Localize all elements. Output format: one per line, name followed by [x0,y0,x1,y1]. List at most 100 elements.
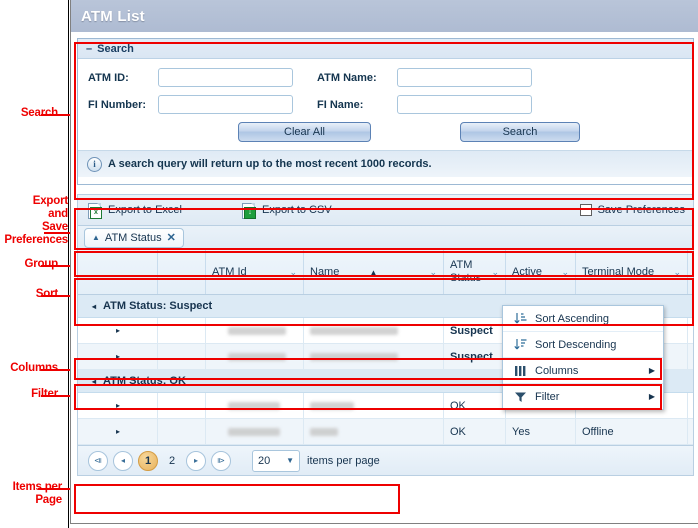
atm-name-label: ATM Name: [317,71,377,84]
first-page-button[interactable]: ⧏ [88,450,108,471]
save-preferences-label: Save Preferences [597,204,685,216]
redacted-value [228,352,286,361]
csv-file-icon: ↓ [241,202,256,219]
row-pin-cell [158,318,206,343]
redacted-value [310,427,338,436]
row-expander-cell[interactable]: ▸ [78,393,158,418]
search-panel-footer [78,177,693,184]
group-collapse-icon[interactable]: ◂ [92,377,96,386]
clear-all-button[interactable]: Clear All [238,122,371,142]
row-atm-id-cell [206,344,304,369]
first-page-icon: ⧏ [94,456,102,465]
next-page-button[interactable]: ▸ [186,450,206,471]
group-chip-label: ATM Status [104,231,162,244]
column-header-expander [78,250,158,294]
expand-row-icon[interactable]: ▸ [116,352,120,361]
fi-name-input[interactable] [397,95,532,114]
column-header-name[interactable]: Name ▲ ⌄ [304,250,444,294]
chevron-down-icon[interactable]: ▼ [286,456,294,465]
page-title: ATM List [81,7,145,25]
chevron-down-icon[interactable]: ⌄ [289,267,297,278]
chip-remove-icon[interactable]: ✕ [167,231,176,244]
chevron-down-icon[interactable]: ⌄ [491,267,499,278]
table-row[interactable]: ▸ OK Yes Offline [78,419,693,445]
atm-name-input[interactable] [397,68,532,87]
column-header-atm-status[interactable]: ATM Status ⌄ [444,250,506,294]
search-info-bar: i A search query will return up to the m… [78,150,693,177]
row-atm-status-cell: Suspect [444,344,506,369]
export-toolbar: x Export to Excel ↓ Export to CSV Save P… [77,194,694,226]
columns-icon [511,365,529,377]
menu-item-sort-ascending-label: Sort Ascending [535,312,609,325]
search-panel: – Search ATM ID: ATM Name: FI Number: FI… [77,38,694,185]
row-expander-cell[interactable]: ▸ [78,344,158,369]
annotation-export-save-preferences: Export and Save Preferences [4,195,68,246]
search-button-row: Clear All Search [88,122,683,142]
column-header-atm-id-label: ATM Id [212,265,247,278]
menu-item-filter[interactable]: Filter ▶ [503,384,663,409]
save-preferences-checkbox[interactable] [579,204,592,216]
search-panel-title: Search [97,42,134,55]
column-header-active[interactable]: Active ⌄ [506,250,576,294]
chip-sort-caret-icon[interactable]: ▲ [92,233,100,242]
collapse-minus-icon[interactable]: – [86,43,92,55]
row-expander-cell[interactable]: ▸ [78,318,158,343]
sort-descending-icon [511,338,529,351]
chevron-down-icon[interactable]: ⌄ [673,267,681,278]
search-panel-header[interactable]: – Search [78,39,693,59]
annotation-leader-sort [41,295,71,297]
search-button[interactable]: Search [460,122,580,142]
page-number-1[interactable]: 1 [138,450,158,471]
row-pin-cell [158,419,206,444]
annotation-divider-line [68,0,69,528]
row-atm-id-cell [206,393,304,418]
row-pin-cell [158,393,206,418]
search-info-text: A search query will return up to the mos… [108,158,432,170]
column-header-atm-id[interactable]: ATM Id ⌄ [206,250,304,294]
annotation-items-per-page: Items per Page [12,481,63,506]
items-per-page-label: items per page [307,454,380,467]
fi-number-input[interactable] [158,95,293,114]
expand-row-icon[interactable]: ▸ [116,326,120,335]
export-to-csv-label: Export to CSV [261,204,332,216]
atm-list-window: ATM List – Search ATM ID: ATM Name: FI N… [70,0,698,524]
export-to-excel-button[interactable]: x Export to Excel [88,202,182,219]
row-name-cell [304,344,444,369]
info-icon: i [87,156,102,172]
column-header-atm-status-label: ATM Status [450,259,482,284]
menu-item-sort-descending[interactable]: Sort Descending [503,332,663,358]
last-page-button[interactable]: ⧐ [211,450,231,471]
group-collapse-icon[interactable]: ◂ [92,302,96,311]
group-by-bar: ▲ ATM Status ✕ [77,226,694,250]
expand-row-icon[interactable]: ▸ [116,401,120,410]
row-atm-id-cell [206,419,304,444]
items-per-page-select[interactable]: 20 ▼ [252,449,300,472]
page-number-2[interactable]: 2 [163,452,181,470]
row-atm-status-cell: OK [444,419,506,444]
previous-page-button[interactable]: ◂ [113,450,133,471]
atm-id-label: ATM ID: [88,71,129,84]
row-expander-cell[interactable]: ▸ [78,419,158,444]
sort-ascending-indicator-icon: ▲ [369,267,378,277]
submenu-arrow-icon: ▶ [648,392,655,401]
expand-row-icon[interactable]: ▸ [116,427,120,436]
annotation-leader-columns [41,369,71,371]
redacted-value [228,427,280,436]
column-context-menu: Sort Ascending Sort Descending Columns ▶… [502,305,664,410]
pagination-bar: ⧏ ◂ 1 2 ▸ ⧐ 20 ▼ items per page [77,446,694,476]
items-per-page-group: 20 ▼ items per page [252,449,380,472]
row-name-cell [304,419,444,444]
previous-page-icon: ◂ [120,456,125,465]
items-per-page-value: 20 [258,454,271,467]
last-page-icon: ⧐ [217,456,225,465]
save-preferences-toggle[interactable]: Save Preferences [579,204,685,216]
atm-id-input[interactable] [158,68,293,87]
export-to-csv-button[interactable]: ↓ Export to CSV [241,202,332,219]
search-panel-body: ATM ID: ATM Name: FI Number: FI Name: Cl… [78,59,693,142]
group-chip-atm-status[interactable]: ▲ ATM Status ✕ [84,227,184,248]
column-header-terminal-mode[interactable]: Terminal Mode ⌄ [576,250,688,294]
menu-item-sort-ascending[interactable]: Sort Ascending [503,306,663,332]
chevron-down-icon[interactable]: ⌄ [561,267,569,278]
menu-item-columns[interactable]: Columns ▶ [503,358,663,384]
chevron-down-icon[interactable]: ⌄ [381,267,437,278]
